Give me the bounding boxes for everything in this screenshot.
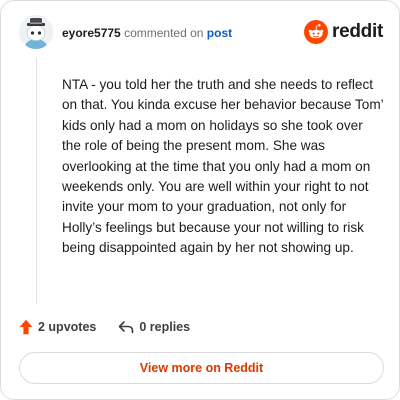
- upvote-button[interactable]: 2 upvotes: [19, 319, 96, 335]
- comment-actions: 2 upvotes 0 replies: [19, 317, 190, 337]
- username[interactable]: eyore5775: [62, 26, 121, 40]
- snoo-avatar-icon: [19, 15, 53, 49]
- avatar[interactable]: [19, 15, 53, 49]
- replies-count: 0 replies: [139, 320, 191, 334]
- comment-body: NTA - you told her the truth and she nee…: [62, 77, 384, 256]
- reply-button[interactable]: 0 replies: [118, 320, 190, 334]
- reddit-brand[interactable]: reddit: [304, 19, 383, 45]
- action-text: commented on: [124, 26, 204, 40]
- post-link[interactable]: post: [207, 26, 232, 40]
- upvote-arrow-icon: [19, 319, 33, 335]
- reply-icon: [119, 321, 134, 334]
- brand-name: reddit: [332, 21, 383, 42]
- upvotes-count: 2 upvotes: [38, 320, 97, 334]
- comment-meta: eyore5775 commented on post: [62, 26, 232, 40]
- comment-card: eyore5775 commented on post reddit NTA -…: [0, 0, 400, 400]
- comment-header: eyore5775 commented on post reddit: [19, 15, 383, 55]
- thread-line: [36, 58, 37, 304]
- view-more-button[interactable]: View more on Reddit: [19, 352, 384, 384]
- reddit-logo-icon: [304, 20, 329, 44]
